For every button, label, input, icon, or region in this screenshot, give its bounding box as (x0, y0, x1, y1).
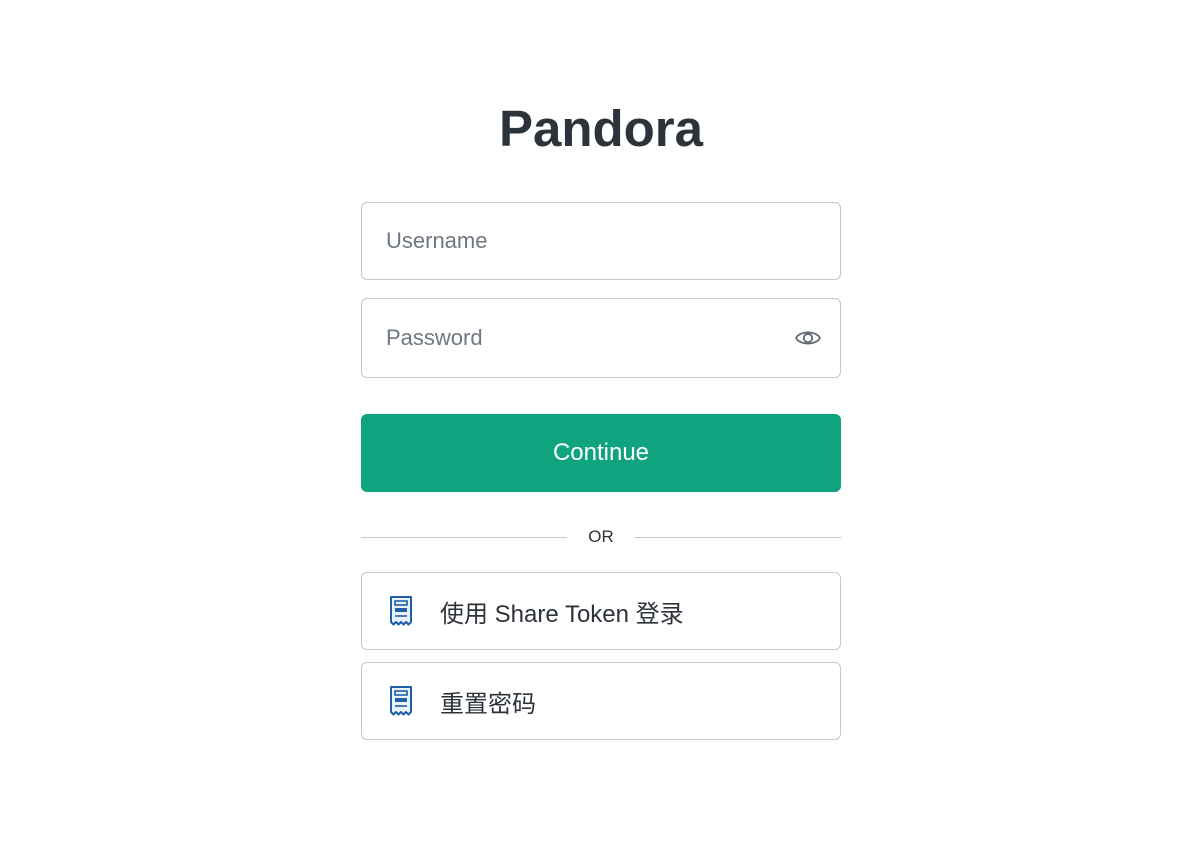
receipt-icon (389, 595, 413, 627)
divider-line-left (361, 536, 568, 538)
continue-button[interactable]: Continue (361, 414, 841, 492)
reset-password-button[interactable]: 重置密码 (361, 662, 841, 740)
or-divider: OR (361, 526, 841, 548)
login-page: Pandora Continue OR (0, 0, 1180, 857)
share-token-login-button[interactable]: 使用 Share Token 登录 (361, 572, 841, 650)
login-form: Continue OR 使用 Share Token 登录 (361, 202, 841, 740)
eye-icon[interactable] (794, 324, 822, 352)
divider-text: OR (588, 527, 614, 546)
username-input[interactable] (362, 203, 840, 279)
password-input[interactable] (362, 299, 840, 377)
username-field[interactable] (361, 202, 841, 280)
divider-line-right (634, 536, 841, 538)
reset-password-label: 重置密码 (440, 690, 536, 718)
password-field[interactable] (361, 298, 841, 378)
page-title: Pandora (498, 100, 704, 157)
share-token-login-label: 使用 Share Token 登录 (440, 600, 684, 628)
receipt-icon (389, 685, 413, 717)
